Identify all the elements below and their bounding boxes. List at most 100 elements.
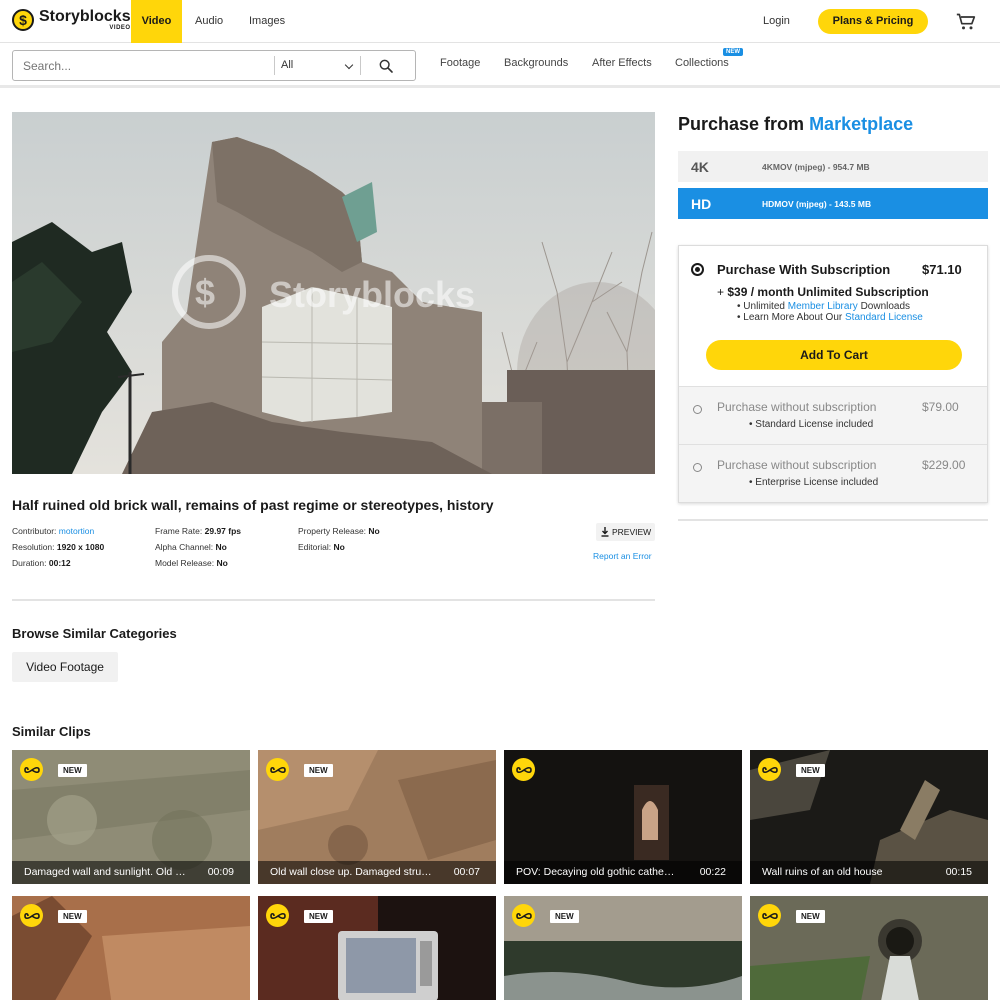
clip-caption: Damaged wall and sunlight. Old stone wal…	[12, 861, 250, 884]
clip-thumbnail	[750, 896, 988, 1000]
subscription-price: $71.10	[922, 262, 962, 277]
clip-title: Half ruined old brick wall, remains of p…	[12, 497, 494, 513]
radio-unselected[interactable]	[693, 405, 702, 414]
subscription-title: Purchase With Subscription	[717, 262, 891, 277]
storyblocks-logo[interactable]: $ Storyblocks VIDEO	[12, 9, 131, 31]
search-box: All	[12, 50, 416, 81]
nav-after-effects[interactable]: After Effects	[592, 57, 652, 69]
marketplace-label: Marketplace	[809, 114, 914, 134]
new-badge: NEW	[304, 910, 333, 923]
member-library-link[interactable]: Member Library	[788, 301, 858, 312]
logo-name: Storyblocks	[39, 8, 131, 25]
nav-backgrounds[interactable]: Backgrounds	[504, 57, 568, 69]
option-bullet: • Enterprise License included	[749, 477, 879, 488]
svg-text:Storyblocks: Storyblocks	[269, 274, 475, 315]
nav-collections[interactable]: Collections	[675, 57, 729, 69]
unlimited-icon	[20, 904, 43, 927]
option-title: Purchase without subscription	[717, 458, 877, 472]
clip-duration: 00:09	[207, 866, 234, 878]
enterprise-option[interactable]: Purchase without subscription $229.00 • …	[679, 444, 987, 502]
new-badge: NEW	[58, 910, 87, 923]
clip-duration: 00:22	[699, 866, 726, 878]
search-icon[interactable]	[378, 58, 394, 74]
new-badge: NEW	[723, 48, 743, 56]
clip-caption: Wall ruins of an old house 00:15	[750, 861, 988, 884]
add-to-cart-button[interactable]: Add To Cart	[706, 340, 962, 370]
clip-title: POV: Decaying old gothic cathedral	[516, 866, 678, 878]
cart-icon[interactable]	[956, 12, 976, 32]
clip-tile[interactable]: NEW	[12, 896, 250, 1000]
ruined-wall-image: $ Storyblocks	[12, 112, 655, 474]
login-link[interactable]: Login	[763, 0, 790, 43]
clip-tile[interactable]: NEW	[258, 896, 496, 1000]
new-badge: NEW	[304, 764, 333, 777]
subscription-terms: + $39 / month Unlimited Subscription	[717, 285, 929, 299]
search-input[interactable]	[13, 51, 275, 80]
unlimited-icon	[20, 758, 43, 781]
clip-caption: Old wall close up. Damaged structure 00:…	[258, 861, 496, 884]
contributor-link[interactable]: motortion	[59, 526, 94, 536]
meta-resolution: Resolution: 1920 x 1080	[12, 542, 105, 552]
clip-thumbnail	[258, 896, 496, 1000]
subscription-option[interactable]: Purchase With Subscription $71.10 + $39 …	[679, 246, 987, 386]
unlimited-icon	[266, 758, 289, 781]
subscription-bullet: • Unlimited Member Library Downloads	[737, 301, 911, 312]
category-chip-video-footage[interactable]: Video Footage	[12, 652, 118, 682]
meta-contributor: Contributor: motortion	[12, 526, 95, 536]
unlimited-icon	[512, 758, 535, 781]
radio-unselected[interactable]	[693, 463, 702, 472]
preview-download-button[interactable]: PREVIEW	[596, 523, 655, 541]
search-bar-row: All Footage Backgrounds After Effects Co…	[0, 43, 1000, 88]
clip-tile[interactable]: POV: Decaying old gothic cathedral 00:22	[504, 750, 742, 884]
clip-caption: POV: Decaying old gothic cathedral 00:22	[504, 861, 742, 884]
clip-tile[interactable]: NEW Old wall close up. Damaged structure…	[258, 750, 496, 884]
unlimited-icon	[758, 904, 781, 927]
clip-preview-image[interactable]: $ Storyblocks	[12, 112, 655, 474]
clip-duration: 00:07	[453, 866, 480, 878]
format-option-hd[interactable]: HD HDMOV (mjpeg) - 143.5 MB	[678, 188, 988, 219]
search-divider	[274, 56, 275, 75]
option-title: Purchase without subscription	[717, 400, 877, 414]
download-icon	[601, 527, 609, 537]
new-badge: NEW	[550, 910, 579, 923]
purchase-options-card: Purchase With Subscription $71.10 + $39 …	[678, 245, 988, 503]
meta-model-release: Model Release: No	[155, 558, 228, 568]
option-price: $79.00	[922, 400, 959, 414]
clip-tile[interactable]: NEW	[750, 896, 988, 1000]
clip-thumbnail	[504, 896, 742, 1000]
clip-thumbnail	[12, 896, 250, 1000]
plans-pricing-button[interactable]: Plans & Pricing	[818, 9, 928, 34]
logo-sub: VIDEO	[109, 25, 131, 31]
radio-selected[interactable]	[691, 263, 704, 276]
clip-duration: 00:15	[945, 866, 972, 878]
clip-tile[interactable]: NEW	[504, 896, 742, 1000]
search-divider	[360, 56, 361, 75]
standard-option[interactable]: Purchase without subscription $79.00 • S…	[679, 386, 987, 444]
meta-framerate: Frame Rate: 29.97 fps	[155, 526, 242, 536]
report-error-link[interactable]: Report an Error	[593, 551, 652, 561]
tab-video[interactable]: Video	[131, 0, 182, 43]
new-badge: NEW	[796, 910, 825, 923]
clip-title: Wall ruins of an old house	[762, 866, 883, 878]
unlimited-icon	[266, 904, 289, 927]
top-navigation: $ Storyblocks VIDEO Video Audio Images L…	[0, 0, 1000, 43]
format-option-4k[interactable]: 4K 4KMOV (mjpeg) - 954.7 MB	[678, 151, 988, 182]
logo-badge-icon: $	[12, 9, 34, 31]
unlimited-icon	[758, 758, 781, 781]
tab-audio[interactable]: Audio	[195, 0, 223, 43]
clip-tile[interactable]: NEW Damaged wall and sunlight. Old stone…	[12, 750, 250, 884]
divider	[12, 599, 655, 601]
svg-text:$: $	[195, 272, 215, 313]
meta-editorial: Editorial: No	[298, 542, 345, 552]
tab-images[interactable]: Images	[249, 0, 285, 43]
meta-property-release: Property Release: No	[298, 526, 380, 536]
nav-footage[interactable]: Footage	[440, 57, 480, 69]
browse-categories-title: Browse Similar Categories	[12, 626, 177, 641]
clip-tile[interactable]: NEW Wall ruins of an old house 00:15	[750, 750, 988, 884]
new-badge: NEW	[796, 764, 825, 777]
purchase-title: Purchase from Marketplace	[678, 114, 914, 134]
unlimited-icon	[512, 904, 535, 927]
standard-license-link[interactable]: Standard License	[845, 312, 923, 323]
option-price: $229.00	[922, 458, 966, 472]
meta-alpha: Alpha Channel: No	[155, 542, 227, 552]
